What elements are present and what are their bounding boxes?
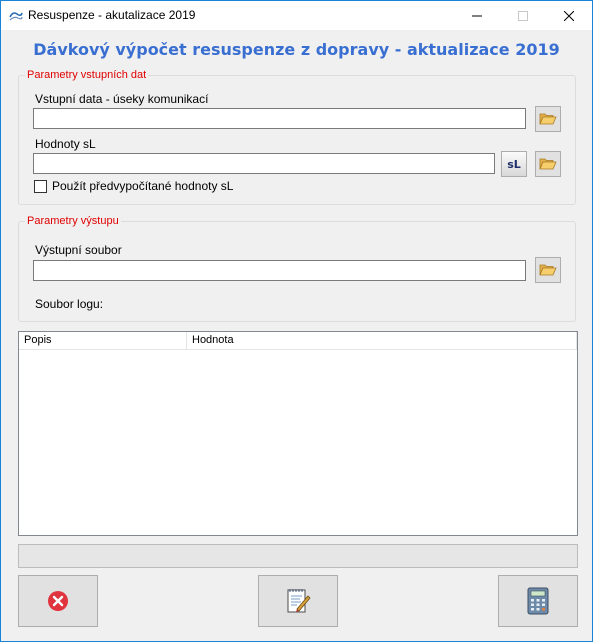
segments-label: Vstupní data - úseky komunikací — [35, 92, 209, 106]
folder-open-icon — [539, 264, 557, 276]
window-title: Resuspenze - akutalizace 2019 — [28, 8, 196, 22]
folder-open-icon — [539, 158, 557, 170]
sl-input[interactable] — [33, 153, 495, 174]
sl-label: Hodnoty sL — [35, 137, 96, 151]
precomputed-sl-label: Použít předvypočítané hodnoty sL — [52, 179, 234, 193]
column-header-description[interactable]: Popis — [19, 332, 187, 350]
cancel-icon — [48, 591, 68, 611]
progress-bar — [18, 544, 578, 568]
input-params-title: Parametry vstupních dat — [25, 68, 149, 82]
log-file-label: Soubor logu: — [35, 297, 104, 311]
sl-browse-button[interactable] — [535, 151, 561, 177]
close-window-button[interactable] — [546, 1, 592, 30]
maximize-icon — [518, 10, 528, 21]
output-params-title: Parametry výstupu — [25, 214, 121, 228]
output-params-group: Parametry výstupu Výstupní soubor Soubor… — [18, 214, 576, 322]
minimize-button[interactable] — [454, 1, 500, 30]
output-browse-button[interactable] — [535, 257, 561, 283]
input-params-group: Parametry vstupních dat Vstupní data - ú… — [18, 68, 576, 205]
results-list[interactable]: Popis Hodnota — [18, 331, 578, 536]
cancel-button[interactable] — [18, 575, 98, 627]
calculate-button[interactable] — [498, 575, 578, 627]
page-title: Dávkový výpočet resuspenze z dopravy - a… — [33, 40, 560, 59]
precomputed-sl-checkbox[interactable] — [34, 180, 47, 193]
app-window: Resuspenze - akutalizace 2019 Dávkový vý… — [0, 0, 593, 642]
segments-input[interactable] — [33, 108, 526, 129]
title-bar: Resuspenze - akutalizace 2019 — [1, 1, 592, 30]
segments-browse-button[interactable] — [535, 106, 561, 132]
report-button[interactable] — [258, 575, 338, 627]
results-list-header: Popis Hodnota — [19, 332, 577, 350]
output-file-input[interactable] — [33, 260, 526, 281]
app-icon — [9, 12, 23, 21]
maximize-button[interactable] — [500, 1, 546, 30]
column-header-value[interactable]: Hodnota — [187, 332, 577, 350]
output-file-label: Výstupní soubor — [35, 243, 122, 257]
client-area: Dávkový výpočet resuspenze z dopravy - a… — [1, 30, 592, 641]
close-icon — [564, 10, 574, 21]
sl-button[interactable]: sL — [501, 151, 527, 177]
report-edit-icon — [287, 589, 311, 613]
calculator-icon — [527, 587, 549, 615]
minimize-icon — [472, 15, 482, 16]
folder-open-icon — [539, 113, 557, 125]
